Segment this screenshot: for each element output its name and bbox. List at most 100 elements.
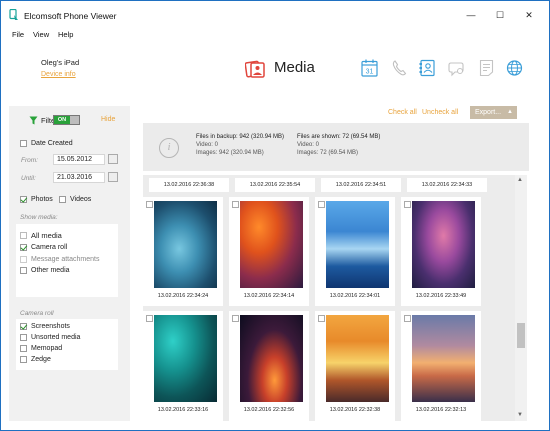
photo-thumbnail[interactable] [240,315,303,402]
backup-files-text: Files in backup: 942 (320.94 MB) [196,134,285,140]
until-calendar-icon[interactable] [108,172,118,182]
show-media-header: Show media: [20,214,58,221]
checkbox[interactable] [20,323,27,330]
shown-files-text: Files are shown: 72 (69.54 MB) [297,134,381,140]
vertical-scrollbar[interactable] [515,175,527,421]
photo-tile[interactable]: 13.02.2016 22:32:38 [315,311,395,421]
checkbox[interactable] [20,356,27,363]
photo-thumbnail[interactable] [154,315,217,402]
option-label: Zedge [31,356,51,363]
checkbox[interactable] [20,334,27,341]
menu-help[interactable]: Help [58,30,73,39]
notes-icon[interactable] [478,59,495,77]
photo-thumbnail[interactable] [412,201,475,288]
scroll-up-icon[interactable]: ▲ [517,177,523,183]
other-media-option[interactable]: Other media [20,267,70,274]
photo-tile[interactable]: 13.02.2016 22:34:01 [315,197,395,306]
option-label: Unsorted media [31,334,81,341]
videos-label: Videos [70,196,92,203]
videos-checkbox[interactable]: Videos [59,196,91,203]
close-button[interactable]: ✕ [515,1,543,29]
window-title: Elcomsoft Phone Viewer [24,11,117,21]
checkbox[interactable] [20,256,27,263]
menu-file[interactable]: File [12,30,24,39]
checkbox[interactable] [20,267,27,274]
photo-checkbox[interactable] [146,315,153,322]
scroll-down-icon[interactable]: ▼ [517,412,523,418]
photo-caption: 13.02.2016 22:33:49 [415,293,467,299]
option-label: Memopad [31,345,63,352]
photo-caption: 13.02.2016 22:32:56 [243,407,295,413]
screenshots-option[interactable]: Screenshots [20,323,70,330]
checkbox[interactable] [59,196,66,203]
photos-label: Photos [31,196,53,203]
export-button[interactable]: Export... ▲ [470,106,517,119]
scrollbar-thumb[interactable] [517,323,525,348]
shown-video-text: Video: 0 [297,142,319,148]
photo-thumbnail[interactable] [412,315,475,402]
option-label: Screenshots [31,323,70,330]
calendar-icon[interactable]: 31 [361,59,378,77]
app-logo-icon [9,8,19,21]
photo-checkbox[interactable] [404,201,411,208]
timestamp-label: 13.02.2016 22:34:33 [407,178,487,192]
photo-thumbnail[interactable] [240,201,303,288]
photo-checkbox[interactable] [318,201,325,208]
photo-tile[interactable]: 13.02.2016 22:34:24 [143,197,223,306]
checkbox[interactable] [20,231,27,239]
web-icon[interactable] [506,59,523,77]
camera-roll-option[interactable]: Camera roll [20,244,67,251]
device-info-link[interactable]: Device info [41,71,76,78]
uncheck-all-link[interactable]: Uncheck all [422,109,458,116]
option-label: All media [31,230,62,240]
zedge-option[interactable]: Zedge [20,356,51,363]
photo-checkbox[interactable] [146,201,153,208]
photo-tile[interactable]: 13.02.2016 22:32:13 [401,311,481,421]
media-icon [244,59,265,79]
photo-tile[interactable]: 13.02.2016 22:33:49 [401,197,481,306]
photo-tile[interactable]: 13.02.2016 22:32:56 [229,311,309,421]
export-label: Export... [475,109,502,116]
date-created-label: Date Created [31,140,73,147]
photo-thumbnail[interactable] [326,315,389,402]
photo-checkbox[interactable] [318,315,325,322]
photo-thumbnail[interactable] [154,201,217,288]
shown-stats: Files are shown: 72 (69.54 MB) Video: 0 … [297,133,380,157]
from-date-field[interactable]: 15.05.2012 [53,154,105,165]
checkbox[interactable] [20,196,27,203]
filter-toggle[interactable]: ON [53,115,80,125]
date-created-checkbox[interactable]: Date Created [20,140,73,147]
photo-caption: 13.02.2016 22:32:38 [329,407,381,413]
contacts-icon[interactable] [419,59,436,77]
message-attachments-option[interactable]: Message attachments [20,256,99,263]
photo-checkbox[interactable] [404,315,411,322]
info-icon: i [159,138,179,158]
photo-caption: 13.02.2016 22:34:24 [157,293,209,299]
from-calendar-icon[interactable] [108,154,118,164]
check-all-link[interactable]: Check all [388,109,417,116]
all-media-option[interactable]: All media [20,230,62,240]
hide-filter-link[interactable]: Hide [101,116,115,123]
photo-tile[interactable]: 13.02.2016 22:33:16 [143,311,223,421]
photo-checkbox[interactable] [232,201,239,208]
checkbox[interactable] [20,244,27,251]
messages-icon[interactable] [448,59,465,77]
photo-caption: 13.02.2016 22:34:14 [243,293,295,299]
phone-icon[interactable] [391,59,408,77]
minimize-button[interactable]: — [457,1,485,29]
photo-tile[interactable]: 13.02.2016 22:34:14 [229,197,309,306]
unsorted-media-option[interactable]: Unsorted media [20,334,80,341]
chevron-up-icon: ▲ [507,109,513,115]
page-title: Media [274,59,315,76]
memopad-option[interactable]: Memopad [20,345,62,352]
photos-checkbox[interactable]: Photos [20,196,53,203]
maximize-button[interactable]: ☐ [486,1,514,29]
menu-bar [1,29,549,41]
photo-checkbox[interactable] [232,315,239,322]
menu-view[interactable]: View [33,30,49,39]
checkbox[interactable] [20,345,27,352]
photo-thumbnail[interactable] [326,201,389,288]
backup-video-text: Video: 0 [196,142,218,148]
checkbox[interactable] [20,140,27,147]
until-date-field[interactable]: 21.03.2016 [53,172,105,183]
